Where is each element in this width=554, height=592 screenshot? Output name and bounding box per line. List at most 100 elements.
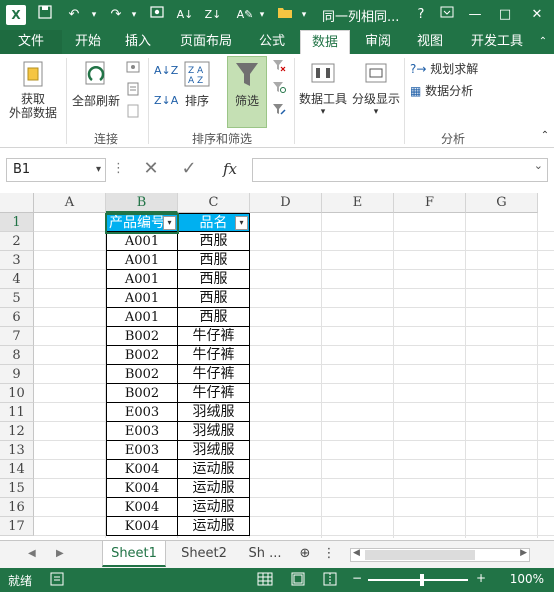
row-header-2[interactable]: 2: [0, 232, 34, 251]
column-header-c[interactable]: C: [178, 193, 250, 213]
clear-filter-icon[interactable]: [270, 58, 288, 75]
table-cell[interactable]: 运动服: [178, 498, 250, 517]
minimize-button[interactable]: —: [464, 5, 486, 25]
screenshot-icon[interactable]: [146, 5, 168, 25]
table-cell[interactable]: A001: [106, 270, 178, 289]
tab-split-grip-icon[interactable]: ⋮: [322, 541, 336, 567]
worksheet-grid[interactable]: A B C D E F G 1 2 3 4 5 6 7 8 9 10 11 12 13 14 15 16 17 产品编号 ▾ 品名 ▾…: [0, 193, 554, 538]
row-header-6[interactable]: 6: [0, 308, 34, 327]
scroll-tabs-right-icon[interactable]: ▶: [56, 548, 64, 559]
table-cell[interactable]: B002: [106, 327, 178, 346]
table-cell[interactable]: 运动服: [178, 517, 250, 536]
row-header-4[interactable]: 4: [0, 270, 34, 289]
table-cell[interactable]: 羽绒服: [178, 441, 250, 460]
horizontal-scroll-thumb[interactable]: [365, 550, 475, 560]
table-cell[interactable]: A001: [106, 289, 178, 308]
row-header-5[interactable]: 5: [0, 289, 34, 308]
table-cell[interactable]: K004: [106, 479, 178, 498]
data-tools-button[interactable]: 数据工具 ▾: [298, 60, 348, 117]
data-analysis-button[interactable]: ▦ 数据分析: [410, 82, 496, 99]
table-cell[interactable]: 运动服: [178, 460, 250, 479]
column-header-b[interactable]: B: [106, 193, 178, 213]
column-header-e[interactable]: E: [322, 193, 394, 213]
sheet-tab-sheet2[interactable]: Sheet2: [172, 541, 236, 567]
table-cell[interactable]: A001: [106, 308, 178, 327]
expand-formula-bar-icon[interactable]: ⌄: [534, 159, 543, 172]
table-cell[interactable]: B002: [106, 346, 178, 365]
new-sheet-icon[interactable]: ⊕: [294, 541, 316, 567]
solver-button[interactable]: ?→ 规划求解: [410, 60, 490, 77]
tab-review[interactable]: 审阅: [356, 30, 400, 54]
row-header-16[interactable]: 16: [0, 498, 34, 517]
folder-icon[interactable]: [274, 5, 296, 25]
autofilter-dropdown-icon[interactable]: ▾: [163, 216, 176, 230]
column-header-f[interactable]: F: [394, 193, 466, 213]
sort-ascending-icon[interactable]: A↓: [174, 5, 196, 25]
row-header-17[interactable]: 17: [0, 517, 34, 536]
row-header-14[interactable]: 14: [0, 460, 34, 479]
name-box-dropdown-icon[interactable]: ▾: [96, 159, 101, 181]
zoom-slider[interactable]: [368, 574, 468, 586]
macro-record-icon[interactable]: [50, 572, 64, 589]
sheet-tab-sheet1[interactable]: Sheet1: [102, 541, 166, 567]
table-cell[interactable]: E003: [106, 441, 178, 460]
table-cell[interactable]: K004: [106, 498, 178, 517]
formula-input[interactable]: ⌄: [252, 158, 548, 182]
page-layout-view-icon[interactable]: [290, 571, 306, 590]
properties-icon[interactable]: [124, 82, 142, 99]
refresh-all-button[interactable]: 全部刷新: [70, 60, 122, 109]
edit-links-icon[interactable]: [124, 104, 142, 121]
table-cell[interactable]: E003: [106, 403, 178, 422]
table-cell[interactable]: A001: [106, 232, 178, 251]
collapse-ribbon-caret-icon[interactable]: ⌃: [538, 130, 552, 141]
sheet-tab-more[interactable]: Sh ...: [240, 541, 290, 567]
row-header-9[interactable]: 9: [0, 365, 34, 384]
outline-button[interactable]: 分级显示 ▾: [350, 60, 402, 117]
reapply-filter-icon[interactable]: [270, 80, 288, 97]
zoom-slider-knob[interactable]: [420, 574, 424, 586]
zoom-level[interactable]: 100%: [510, 572, 544, 586]
ribbon-display-options-icon[interactable]: [436, 5, 458, 25]
format-painter-icon[interactable]: A✎: [234, 5, 256, 25]
advanced-filter-icon[interactable]: [270, 102, 288, 119]
table-cell[interactable]: 西服: [178, 251, 250, 270]
column-header-a[interactable]: A: [34, 193, 106, 213]
sort-za-icon[interactable]: Z↓A: [154, 94, 178, 107]
row-header-10[interactable]: 10: [0, 384, 34, 403]
tab-file[interactable]: 文件: [0, 30, 62, 54]
restore-button[interactable]: □: [494, 5, 516, 25]
redo-dropdown-icon[interactable]: ▾: [128, 5, 140, 25]
zoom-out-icon[interactable]: −: [352, 571, 362, 585]
row-header-12[interactable]: 12: [0, 422, 34, 441]
scroll-tabs-left-icon[interactable]: ◀: [28, 548, 36, 559]
name-box[interactable]: B1 ▾: [6, 158, 106, 182]
insert-function-icon[interactable]: fx: [214, 158, 246, 182]
help-icon[interactable]: ?: [410, 5, 432, 25]
sort-button[interactable]: Z AA Z 排序: [180, 60, 214, 109]
excel-app-icon[interactable]: X: [6, 5, 26, 25]
table-cell[interactable]: 羽绒服: [178, 403, 250, 422]
table-cell[interactable]: 牛仔裤: [178, 346, 250, 365]
row-header-13[interactable]: 13: [0, 441, 34, 460]
tab-data[interactable]: 数据: [300, 30, 350, 54]
table-cell[interactable]: 运动服: [178, 479, 250, 498]
customize-qat-icon[interactable]: ▾: [256, 5, 268, 25]
close-button[interactable]: ✕: [526, 5, 548, 25]
page-break-view-icon[interactable]: [322, 571, 338, 590]
table-cell[interactable]: 牛仔裤: [178, 365, 250, 384]
scroll-left-icon[interactable]: ◀: [353, 548, 360, 558]
get-external-data-button[interactable]: 获取 外部数据: [4, 60, 62, 120]
table-cell[interactable]: 羽绒服: [178, 422, 250, 441]
table-cell[interactable]: K004: [106, 460, 178, 479]
table-cell[interactable]: K004: [106, 517, 178, 536]
table-cell[interactable]: 西服: [178, 270, 250, 289]
table-cell[interactable]: 牛仔裤: [178, 327, 250, 346]
filter-button[interactable]: 筛选: [227, 60, 267, 109]
tab-insert[interactable]: 插入: [116, 30, 160, 54]
table-header-cell[interactable]: 产品编号 ▾: [106, 213, 178, 232]
tab-developer[interactable]: 开发工具: [462, 30, 532, 54]
connections-icon[interactable]: [124, 60, 142, 77]
tab-home[interactable]: 开始: [66, 30, 110, 54]
row-header-8[interactable]: 8: [0, 346, 34, 365]
redo-icon[interactable]: ↷: [104, 5, 128, 25]
